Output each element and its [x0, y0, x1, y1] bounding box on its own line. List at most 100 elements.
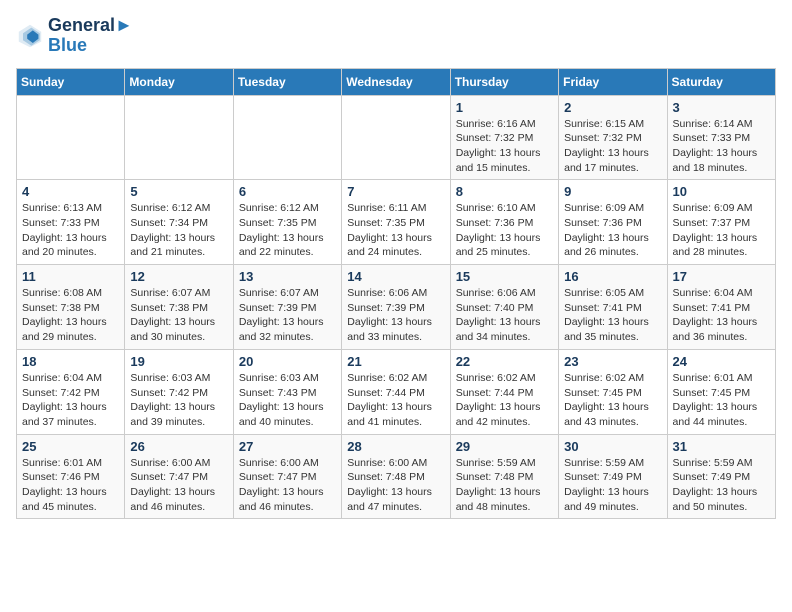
- day-info: Sunrise: 5:59 AM Sunset: 7:49 PM Dayligh…: [564, 456, 661, 515]
- day-info: Sunrise: 6:02 AM Sunset: 7:45 PM Dayligh…: [564, 371, 661, 430]
- day-info: Sunrise: 6:12 AM Sunset: 7:35 PM Dayligh…: [239, 201, 336, 260]
- day-number: 6: [239, 184, 336, 199]
- day-number: 18: [22, 354, 119, 369]
- logo: General► Blue: [16, 16, 133, 56]
- calendar-cell: 29Sunrise: 5:59 AM Sunset: 7:48 PM Dayli…: [450, 434, 558, 519]
- calendar-cell: 7 Sunrise: 6:11 AM Sunset: 7:35 PM Daylig…: [342, 180, 450, 265]
- calendar-cell: 15Sunrise: 6:06 AM Sunset: 7:40 PM Dayli…: [450, 265, 558, 350]
- day-info: Sunrise: 6:10 AM Sunset: 7:36 PM Dayligh…: [456, 201, 553, 260]
- day-info: Sunrise: 6:12 AM Sunset: 7:34 PM Dayligh…: [130, 201, 227, 260]
- calendar-cell: 26Sunrise: 6:00 AM Sunset: 7:47 PM Dayli…: [125, 434, 233, 519]
- calendar-cell: 1 Sunrise: 6:16 AM Sunset: 7:32 PM Daylig…: [450, 95, 558, 180]
- calendar-cell: 16Sunrise: 6:05 AM Sunset: 7:41 PM Dayli…: [559, 265, 667, 350]
- page-header: General► Blue: [16, 16, 776, 56]
- calendar-cell: 9 Sunrise: 6:09 AM Sunset: 7:36 PM Daylig…: [559, 180, 667, 265]
- calendar-cell: 12 Sunrise: 6:07 AM Sunset: 7:38 PM Dayli…: [125, 265, 233, 350]
- calendar-cell: [342, 95, 450, 180]
- day-number: 21: [347, 354, 444, 369]
- day-number: 31: [673, 439, 770, 454]
- calendar-cell: 23 Sunrise: 6:02 AM Sunset: 7:45 PM Dayli…: [559, 349, 667, 434]
- calendar-cell: 11 Sunrise: 6:08 AM Sunset: 7:38 PM Dayli…: [17, 265, 125, 350]
- day-number: 17: [673, 269, 770, 284]
- day-number: 5: [130, 184, 227, 199]
- logo-icon: [16, 22, 44, 50]
- calendar-cell: 27 Sunrise: 6:00 AM Sunset: 7:47 PM Dayli…: [233, 434, 341, 519]
- calendar-week-row: 11 Sunrise: 6:08 AM Sunset: 7:38 PM Dayli…: [17, 265, 776, 350]
- calendar-week-row: 18 Sunrise: 6:04 AM Sunset: 7:42 PM Dayli…: [17, 349, 776, 434]
- day-info: Sunrise: 6:07 AM Sunset: 7:39 PM Dayligh…: [239, 286, 336, 345]
- calendar-cell: 21 Sunrise: 6:02 AM Sunset: 7:44 PM Dayli…: [342, 349, 450, 434]
- day-info: Sunrise: 6:00 AM Sunset: 7:48 PM Dayligh…: [347, 456, 444, 515]
- calendar-cell: 2 Sunrise: 6:15 AM Sunset: 7:32 PM Daylig…: [559, 95, 667, 180]
- day-info: Sunrise: 6:00 AM Sunset: 7:47 PM Dayligh…: [130, 456, 227, 515]
- day-number: 9: [564, 184, 661, 199]
- day-info: Sunrise: 6:02 AM Sunset: 7:44 PM Dayligh…: [347, 371, 444, 430]
- day-number: 14: [347, 269, 444, 284]
- day-info: Sunrise: 6:16 AM Sunset: 7:32 PM Dayligh…: [456, 117, 553, 176]
- day-number: 13: [239, 269, 336, 284]
- calendar-cell: 4Sunrise: 6:13 AM Sunset: 7:33 PM Daylig…: [17, 180, 125, 265]
- calendar-cell: 31Sunrise: 5:59 AM Sunset: 7:49 PM Dayli…: [667, 434, 775, 519]
- calendar-week-row: 4Sunrise: 6:13 AM Sunset: 7:33 PM Daylig…: [17, 180, 776, 265]
- day-number: 27: [239, 439, 336, 454]
- day-number: 10: [673, 184, 770, 199]
- day-info: Sunrise: 6:09 AM Sunset: 7:37 PM Dayligh…: [673, 201, 770, 260]
- day-info: Sunrise: 6:01 AM Sunset: 7:45 PM Dayligh…: [673, 371, 770, 430]
- day-info: Sunrise: 6:04 AM Sunset: 7:41 PM Dayligh…: [673, 286, 770, 345]
- day-number: 11: [22, 269, 119, 284]
- day-info: Sunrise: 6:03 AM Sunset: 7:42 PM Dayligh…: [130, 371, 227, 430]
- calendar-week-row: 1 Sunrise: 6:16 AM Sunset: 7:32 PM Daylig…: [17, 95, 776, 180]
- header-sunday: Sunday: [17, 68, 125, 95]
- calendar-cell: 3 Sunrise: 6:14 AM Sunset: 7:33 PM Daylig…: [667, 95, 775, 180]
- day-number: 24: [673, 354, 770, 369]
- day-info: Sunrise: 6:15 AM Sunset: 7:32 PM Dayligh…: [564, 117, 661, 176]
- calendar-cell: 22 Sunrise: 6:02 AM Sunset: 7:44 PM Dayli…: [450, 349, 558, 434]
- day-number: 30: [564, 439, 661, 454]
- day-number: 23: [564, 354, 661, 369]
- calendar-cell: [125, 95, 233, 180]
- day-info: Sunrise: 6:09 AM Sunset: 7:36 PM Dayligh…: [564, 201, 661, 260]
- day-number: 8: [456, 184, 553, 199]
- header-wednesday: Wednesday: [342, 68, 450, 95]
- header-monday: Monday: [125, 68, 233, 95]
- header-saturday: Saturday: [667, 68, 775, 95]
- day-info: Sunrise: 6:02 AM Sunset: 7:44 PM Dayligh…: [456, 371, 553, 430]
- day-info: Sunrise: 6:00 AM Sunset: 7:47 PM Dayligh…: [239, 456, 336, 515]
- calendar-cell: 6 Sunrise: 6:12 AM Sunset: 7:35 PM Daylig…: [233, 180, 341, 265]
- calendar-cell: 17 Sunrise: 6:04 AM Sunset: 7:41 PM Dayli…: [667, 265, 775, 350]
- logo-text: General► Blue: [48, 16, 133, 56]
- day-number: 28: [347, 439, 444, 454]
- day-number: 1: [456, 100, 553, 115]
- day-number: 2: [564, 100, 661, 115]
- calendar-cell: 25 Sunrise: 6:01 AM Sunset: 7:46 PM Dayli…: [17, 434, 125, 519]
- day-number: 12: [130, 269, 227, 284]
- day-info: Sunrise: 6:06 AM Sunset: 7:40 PM Dayligh…: [456, 286, 553, 345]
- day-number: 7: [347, 184, 444, 199]
- calendar-cell: 19 Sunrise: 6:03 AM Sunset: 7:42 PM Dayli…: [125, 349, 233, 434]
- day-number: 29: [456, 439, 553, 454]
- day-info: Sunrise: 6:13 AM Sunset: 7:33 PM Dayligh…: [22, 201, 119, 260]
- calendar-cell: 24 Sunrise: 6:01 AM Sunset: 7:45 PM Dayli…: [667, 349, 775, 434]
- day-number: 22: [456, 354, 553, 369]
- header-friday: Friday: [559, 68, 667, 95]
- header-thursday: Thursday: [450, 68, 558, 95]
- calendar-header-row: SundayMondayTuesdayWednesdayThursdayFrid…: [17, 68, 776, 95]
- day-info: Sunrise: 6:08 AM Sunset: 7:38 PM Dayligh…: [22, 286, 119, 345]
- calendar-table: SundayMondayTuesdayWednesdayThursdayFrid…: [16, 68, 776, 520]
- calendar-cell: [233, 95, 341, 180]
- day-info: Sunrise: 6:14 AM Sunset: 7:33 PM Dayligh…: [673, 117, 770, 176]
- day-info: Sunrise: 6:11 AM Sunset: 7:35 PM Dayligh…: [347, 201, 444, 260]
- day-number: 3: [673, 100, 770, 115]
- calendar-cell: 30 Sunrise: 5:59 AM Sunset: 7:49 PM Dayli…: [559, 434, 667, 519]
- day-number: 19: [130, 354, 227, 369]
- day-info: Sunrise: 6:04 AM Sunset: 7:42 PM Dayligh…: [22, 371, 119, 430]
- day-info: Sunrise: 6:07 AM Sunset: 7:38 PM Dayligh…: [130, 286, 227, 345]
- day-number: 25: [22, 439, 119, 454]
- calendar-cell: 8 Sunrise: 6:10 AM Sunset: 7:36 PM Daylig…: [450, 180, 558, 265]
- day-info: Sunrise: 6:06 AM Sunset: 7:39 PM Dayligh…: [347, 286, 444, 345]
- day-info: Sunrise: 6:03 AM Sunset: 7:43 PM Dayligh…: [239, 371, 336, 430]
- day-info: Sunrise: 6:01 AM Sunset: 7:46 PM Dayligh…: [22, 456, 119, 515]
- calendar-week-row: 25 Sunrise: 6:01 AM Sunset: 7:46 PM Dayli…: [17, 434, 776, 519]
- day-number: 20: [239, 354, 336, 369]
- calendar-cell: 5 Sunrise: 6:12 AM Sunset: 7:34 PM Daylig…: [125, 180, 233, 265]
